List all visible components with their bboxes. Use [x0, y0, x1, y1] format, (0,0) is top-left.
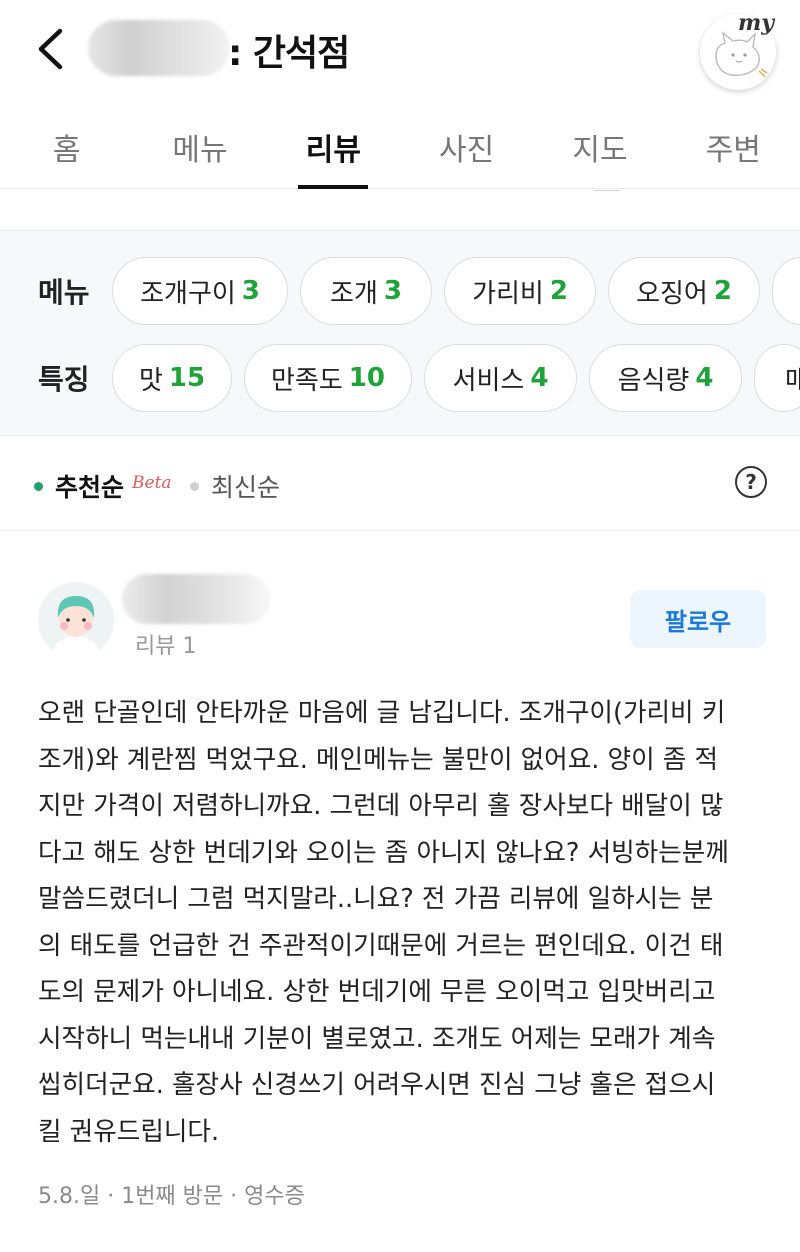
tab-home[interactable]: 홈 — [0, 105, 133, 188]
chip-name: 만족도 — [271, 365, 343, 396]
tab-menu[interactable]: 메뉴 — [133, 105, 266, 188]
menu-chip[interactable]: 조개구이 3 — [112, 257, 288, 325]
chip-name: 가리비 — [472, 278, 544, 309]
chip-count: 2 — [713, 276, 732, 306]
tab-photos[interactable]: 사진 — [400, 105, 533, 188]
chip-count: 4 — [530, 363, 549, 393]
inactive-dot — [190, 481, 199, 491]
back-button[interactable] — [28, 22, 72, 76]
review-filter-panel: 메뉴 조개구이 3 조개 3 가리비 2 오징어 2 특징 맛 15 만족도 10 — [0, 230, 800, 436]
menu-chip[interactable]: 조개 3 — [300, 257, 432, 325]
top-header: : 간석점 my — [0, 0, 800, 105]
chevron-left-icon — [38, 28, 63, 70]
chip-count: 3 — [383, 276, 402, 306]
follow-button[interactable]: 팔로우 — [630, 590, 766, 648]
chip-name: 음식량 — [617, 365, 690, 396]
tab-nearby[interactable]: 주변 — [667, 105, 800, 188]
page-title: : 간석점 — [228, 33, 350, 74]
review-line: 의 태도를 언급한 건 주관적이기때문에 거르는 편인데요. 이건 태 — [38, 930, 724, 961]
sort-recommended-label: 추천순 — [55, 473, 125, 502]
menu-chip[interactable]: 가리비 2 — [444, 257, 596, 325]
chip-name: 서비스 — [452, 365, 525, 396]
feature-chip-list: 맛15 만족도10 서비스4 음식량4 매 — [112, 344, 800, 412]
default-avatar-icon — [38, 582, 114, 658]
reviewer-review-count: 리뷰 1 — [135, 634, 197, 659]
chip-name: 오징어 — [636, 278, 708, 309]
chip-name: 맛 — [138, 365, 163, 396]
chip-count: 2 — [549, 276, 568, 306]
chip-count: 4 — [695, 363, 714, 393]
beta-label: Beta — [132, 473, 172, 493]
feature-chip-partial[interactable]: 매 — [754, 344, 800, 412]
my-badge: my — [738, 10, 775, 36]
review-line: 킬 권유드립니다. — [38, 1116, 220, 1147]
review-line: 씹히더군요. 홀장사 신경쓰기 어려우시면 진심 그냥 홀은 접으시 — [38, 1070, 716, 1100]
chip-count: 3 — [241, 276, 260, 306]
sort-recommended[interactable]: 추천순 Beta — [34, 468, 172, 504]
tab-bar: 홈 메뉴 리뷰 사진 지도 주변 — [0, 105, 800, 189]
review-meta: 5.8.일 · 1번째 방문 · 영수증 — [38, 1184, 305, 1209]
reviewer-avatar[interactable] — [38, 582, 114, 658]
review-line: 지만 가격이 저렴하니까요. 그런데 아무리 홀 장사보다 배달이 많 — [38, 791, 724, 821]
cut-off-checkbox-fragment — [592, 190, 622, 191]
feature-chip[interactable]: 만족도 10 — [244, 344, 412, 412]
chip-name: 조개구이 — [140, 278, 236, 309]
menu-filter-label: 메뉴 — [38, 276, 90, 309]
feature-chip[interactable]: 서비스 4 — [424, 344, 577, 412]
chip-name: 매 — [785, 360, 800, 397]
menu-chip[interactable]: 오징어 2 — [608, 257, 760, 325]
review-line: 도의 문제가 아니네요. 상한 번데기에 무른 오이먹고 입맛버리고 — [38, 977, 716, 1007]
sort-latest[interactable]: 최신순 — [190, 468, 280, 504]
chip-count: 15 — [168, 363, 206, 393]
review-line: 조개)와 계란찜 먹었구요. 메인메뉴는 불만이 없어요. 양이 좀 적 — [38, 744, 718, 775]
review-line: 다고 해도 상한 번데기와 오이는 좀 아니지 않나요? 서빙하는분께 — [38, 837, 729, 868]
feature-filter-row: 특징 맛15 만족도10 서비스4 음식량4 매 — [0, 342, 800, 414]
feature-filter-label: 특징 — [38, 363, 90, 396]
scrolled-content-peek — [0, 190, 800, 230]
feature-chip[interactable]: 맛 15 — [112, 344, 232, 412]
help-icon[interactable]: ? — [735, 466, 767, 498]
chip-count: 10 — [348, 363, 385, 393]
review-line: 시작하니 먹는내내 기분이 별로였고. 조개도 어제는 모래가 계속 — [38, 1023, 716, 1054]
redacted-reviewer-name — [122, 574, 270, 624]
review-text: 오랜 단골인데 안타까운 마음에 글 남깁니다. 조개구이(가리비 키 조개)와… — [38, 690, 778, 1155]
menu-chip-partial[interactable] — [772, 257, 800, 325]
redacted-store-name — [88, 20, 230, 76]
menu-chip-list: 조개구이 3 조개 3 가리비 2 오징어 2 — [112, 257, 800, 325]
sort-bar: 추천순 Beta 최신순 — [0, 436, 800, 531]
sort-latest-label: 최신순 — [211, 473, 281, 502]
review-line: 말씀드렸더니 그럼 먹지말라..니요? 전 가끔 리뷰에 일하시는 분 — [38, 884, 714, 914]
tab-map[interactable]: 지도 — [533, 105, 666, 188]
chip-name: 조개 — [330, 278, 378, 309]
review-line: 오랜 단골인데 안타까운 마음에 글 남깁니다. 조개구이(가리비 키 — [38, 698, 726, 728]
menu-filter-row: 메뉴 조개구이 3 조개 3 가리비 2 오징어 2 — [0, 255, 800, 327]
cut-off-rating-fragment — [46, 190, 146, 198]
active-dot — [34, 481, 43, 491]
tab-reviews[interactable]: 리뷰 — [267, 105, 400, 188]
feature-chip[interactable]: 음식량 4 — [589, 344, 742, 412]
